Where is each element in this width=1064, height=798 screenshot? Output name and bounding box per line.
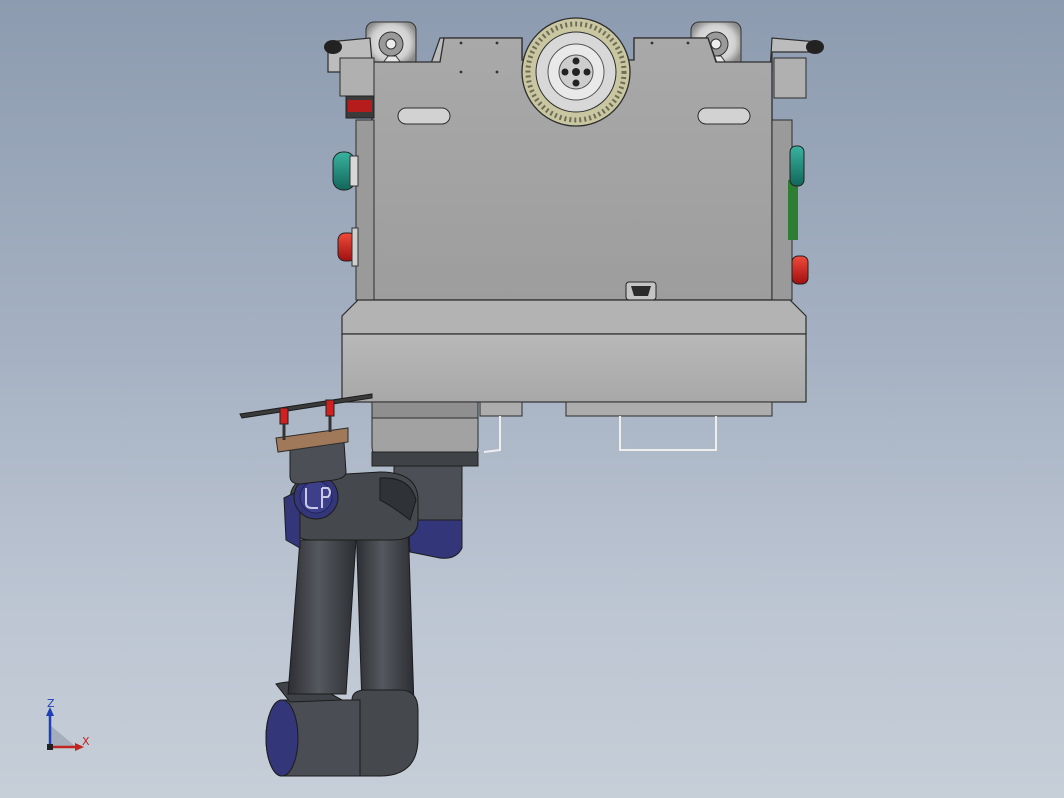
forearm-link[interactable] — [287, 539, 357, 695]
bottom-feet — [479, 401, 773, 453]
bumper-end-right — [806, 40, 824, 54]
green-button-right[interactable] — [789, 145, 805, 187]
elbow-joint[interactable] — [265, 681, 419, 777]
turntable-gear[interactable] — [521, 17, 631, 127]
slot-right — [697, 107, 751, 125]
end-effector-plate[interactable] — [239, 393, 373, 440]
tool-flange[interactable] — [275, 427, 349, 485]
arm-base-mount[interactable] — [371, 401, 479, 467]
bumper-end-left — [324, 40, 342, 54]
robot-base[interactable] — [324, 17, 824, 453]
cad-scene[interactable] — [0, 0, 1064, 798]
upper-arm-link[interactable] — [355, 519, 415, 707]
triad-x-label: X — [82, 735, 90, 748]
red-button-right[interactable] — [791, 255, 809, 285]
red-button-left[interactable] — [337, 227, 359, 267]
robot-arm[interactable] — [239, 393, 479, 777]
orientation-triad[interactable]: Z X — [38, 695, 108, 765]
cad-viewport[interactable]: Z X — [0, 0, 1064, 798]
triad-z-label: Z — [47, 697, 55, 710]
lower-body-skirt — [341, 299, 807, 335]
lower-body-block — [341, 333, 807, 403]
slot-left — [397, 107, 451, 125]
green-button-left[interactable] — [332, 151, 359, 191]
